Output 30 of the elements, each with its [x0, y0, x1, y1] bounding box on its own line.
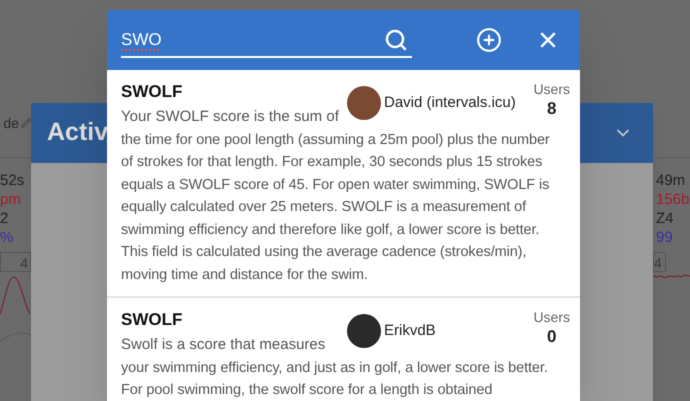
search-field[interactable]: SWO [121, 24, 412, 58]
stat-value: 49m [656, 171, 686, 190]
result-description: the time for one pool length (assuming a 25m pool) plus the number of strokes for that length. For example, 30 seconds plus 15 strokes equals a SWOLF score of 45. For open water swimming, SWOLF is equally calculated over 25 meters. SWOLF is a measurement of swimming efficiency and therefore like golf, a lower score is better. This field is calculated using the average cadence (strokes/min), moving time and distance for the swim. [121, 130, 551, 284]
author-name: ErikvdB [384, 320, 436, 341]
stat-value: 2 [0, 209, 8, 228]
search-text: SWO [121, 29, 162, 52]
avatar [347, 86, 381, 120]
users-label: Users [533, 309, 570, 326]
result-description: your swimming efficiency, and just as in golf, a lower score is better. For pool swimming, the swolf score for a length is obtained [121, 358, 549, 400]
stat-value: Z4 [656, 209, 674, 228]
plus-circle-icon [476, 27, 502, 53]
result-description: Your SWOLF score is the sum of [121, 107, 339, 127]
stat-value: 99 [656, 228, 673, 247]
users-count: 8 [546, 98, 556, 120]
stat-value: 156b [656, 190, 690, 209]
panel-title: Activ [47, 117, 108, 148]
stat-value: 52s [0, 171, 24, 190]
avatar [347, 314, 381, 348]
result-title: SWOLF [121, 81, 182, 103]
search-icon[interactable] [384, 28, 408, 52]
users-label: Users [533, 81, 570, 98]
result-title: SWOLF [121, 309, 182, 331]
stat-value: pm [0, 190, 21, 209]
stat-value: % [0, 228, 14, 247]
author-name: David (intervals.icu) [384, 92, 516, 113]
add-button[interactable] [476, 27, 502, 53]
result-card[interactable]: SWOLF Swolf is a score that measures ErikvdB Users 0 your swimming efficiency, and just as in golf, a lower score is better. For pool swimming, the swolf score for a length is obtained [107, 298, 580, 401]
field-label: de [3, 114, 19, 132]
users-count: 0 [546, 326, 556, 348]
result-description: Swolf is a score that measures [121, 335, 326, 355]
